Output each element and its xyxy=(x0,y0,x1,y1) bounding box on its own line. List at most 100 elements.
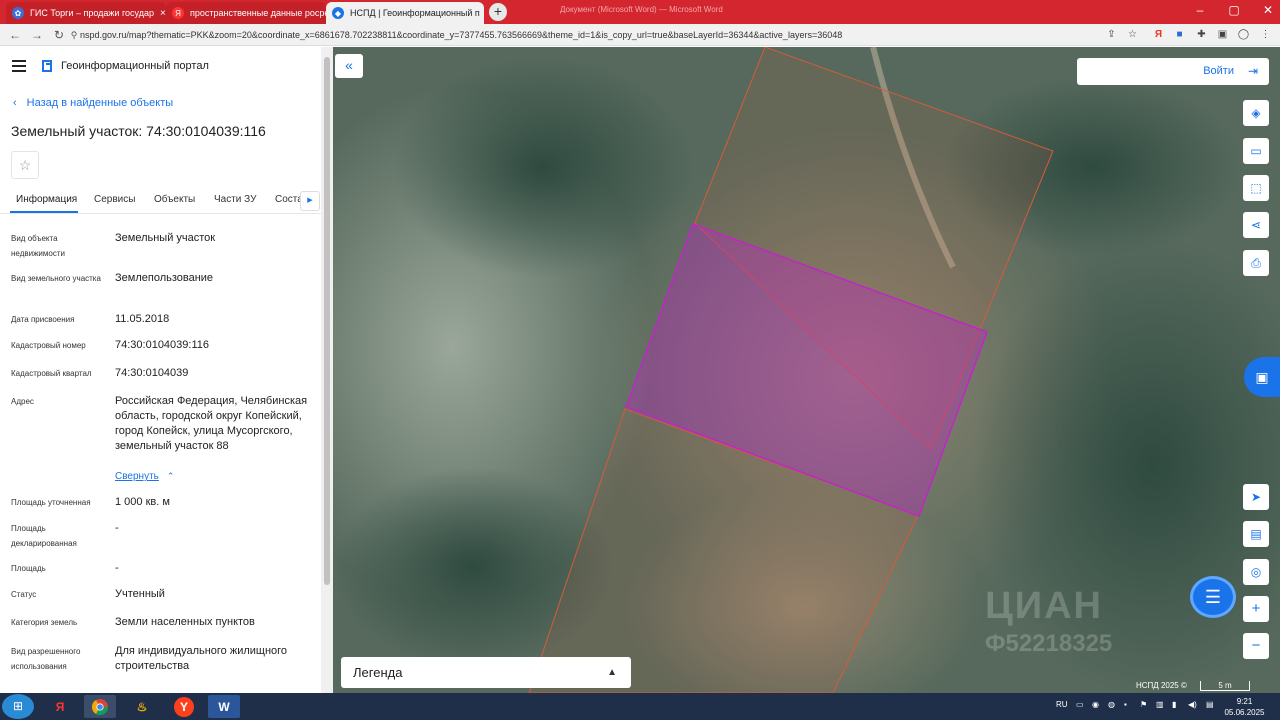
yandex-taskbar-icon[interactable]: Я xyxy=(44,695,76,718)
login-label: Войти xyxy=(1203,65,1234,77)
tray-icon[interactable]: ▭ xyxy=(1076,700,1084,709)
share-icon[interactable]: ⇪ xyxy=(1105,28,1118,41)
forward-arrow-icon[interactable]: → xyxy=(29,27,45,43)
favorite-star-icon[interactable]: ☆ xyxy=(11,151,39,179)
close-icon[interactable]: × xyxy=(480,8,484,19)
minimap-icon[interactable]: ▤ xyxy=(1243,521,1269,547)
address-value: Российская Федерация, Челябинская област… xyxy=(115,395,308,452)
field-value: 1 000 кв. м xyxy=(115,496,170,508)
field-label: Кадастровый квартал xyxy=(11,369,92,378)
reload-icon[interactable]: ↻ xyxy=(51,27,67,43)
scrollbar-thumb[interactable] xyxy=(324,57,330,585)
browser-tabbar: ✿ ГИС Торги – продажи государ × Я простр… xyxy=(0,0,1280,24)
volume-icon[interactable]: ◀) xyxy=(1188,700,1197,709)
chevron-left-icon: ‹ xyxy=(13,97,17,109)
tabs-divider xyxy=(0,213,321,214)
field-value: Земельный участок xyxy=(115,232,216,244)
back-to-results-link[interactable]: ‹ Назад в найденные объекты xyxy=(13,97,173,109)
url-field[interactable]: nspd.gov.ru/map?thematic=PKK&zoom=20&coo… xyxy=(80,27,1100,43)
tray-icon[interactable]: ◉ xyxy=(1092,700,1099,709)
map-view[interactable] xyxy=(333,47,1280,693)
legend-dropdown[interactable]: Легенда ▲ xyxy=(341,657,631,688)
tabs-scroll-right-icon[interactable]: ▶ xyxy=(300,191,320,211)
field-value: - xyxy=(115,562,119,574)
tab-services[interactable]: Сервисы xyxy=(94,194,135,205)
field-label: Дата присвоения xyxy=(11,315,75,324)
satellite-map[interactable] xyxy=(333,47,1280,693)
geolocation-icon[interactable]: ➤ xyxy=(1243,484,1269,510)
select-area-icon[interactable]: ⬚ xyxy=(1243,175,1269,201)
tray-icon[interactable]: ◍ xyxy=(1108,700,1115,709)
watermark: ЦИАН xyxy=(985,585,1103,627)
info-tabs: Информация Сервисы Объекты Части ЗУ Сост… xyxy=(0,187,321,213)
taskbar-clock[interactable]: 9:21 05.06.2025 xyxy=(1222,696,1267,718)
portal-logo-icon xyxy=(42,60,52,72)
puzzle-icon[interactable]: ✚ xyxy=(1195,28,1208,41)
info-panel: Геоинформационный портал ‹ Назад в найден… xyxy=(0,47,333,693)
java-taskbar-icon[interactable]: ♨ xyxy=(126,695,158,718)
zoom-out-button[interactable]: − xyxy=(1243,633,1269,659)
panel-header: Геоинформационный портал xyxy=(0,47,321,87)
tab-composition[interactable]: Соста xyxy=(275,194,303,205)
zoom-in-button[interactable]: + xyxy=(1243,596,1269,622)
tab-parts[interactable]: Части ЗУ xyxy=(214,194,256,205)
bookmark-star-icon[interactable]: ☆ xyxy=(1126,28,1139,41)
chevron-up-icon: ⌃ xyxy=(166,471,175,481)
login-icon: ⇥ xyxy=(1248,64,1259,78)
new-tab-button[interactable]: + xyxy=(489,3,507,21)
tab-title: ГИС Торги – продажи государ xyxy=(30,8,155,18)
window-close-icon[interactable]: ✕ xyxy=(1248,0,1280,24)
browser-tab-nspd[interactable]: ◆ НСПД | Геоинформационный п × xyxy=(326,2,484,24)
browser-tab-gis-torgi[interactable]: ✿ ГИС Торги – продажи государ × xyxy=(6,2,166,24)
field-label: Адрес xyxy=(11,397,34,406)
locate-point-icon[interactable]: ◎ xyxy=(1243,559,1269,585)
tray-icon[interactable]: ▪ xyxy=(1124,700,1127,709)
layers-icon[interactable]: ◈ xyxy=(1243,100,1269,126)
start-button-icon[interactable]: ⊞ xyxy=(2,694,34,719)
collapse-panel-button[interactable]: « xyxy=(335,54,363,78)
login-button[interactable]: Войти xyxy=(1077,58,1269,85)
portal-title: Геоинформационный портал xyxy=(61,60,209,72)
map-scale: 5 m xyxy=(1200,681,1250,691)
menu-dots-icon[interactable]: ⋮ xyxy=(1259,28,1272,41)
help-chat-icon[interactable]: ☰ xyxy=(1190,576,1236,618)
field-value: Учтенный xyxy=(115,588,165,600)
sidebar-icon[interactable]: ▣ xyxy=(1216,28,1229,41)
tab-objects[interactable]: Объекты xyxy=(154,194,195,205)
network-icon[interactable]: ▥ xyxy=(1156,700,1164,709)
field-label: Вид разрешенного использования xyxy=(11,647,81,671)
hamburger-menu-icon[interactable] xyxy=(12,60,26,72)
tab-title: НСПД | Геоинформационный п xyxy=(350,8,480,18)
panel-scrollbar[interactable] xyxy=(321,47,333,693)
notification-icon[interactable]: ▤ xyxy=(1206,700,1214,709)
yandex-extension-icon[interactable]: Я xyxy=(1152,28,1165,41)
field-value: Земли населенных пунктов xyxy=(115,616,255,628)
field-value: Землепользование xyxy=(115,272,214,284)
chrome-taskbar-icon[interactable] xyxy=(84,695,116,718)
battery-icon[interactable]: ▮ xyxy=(1172,700,1176,709)
ruler-icon[interactable]: ▭ xyxy=(1243,138,1269,164)
object-title: Земельный участок: 74:30:0104039:116 xyxy=(11,123,266,139)
tray-icon[interactable]: ⚑ xyxy=(1140,700,1147,709)
field-label: Вид объекта недвижимости xyxy=(11,234,65,258)
chat-bubble-icon[interactable]: ▣ xyxy=(1244,357,1280,397)
close-icon[interactable]: × xyxy=(154,8,166,19)
legend-label: Легенда xyxy=(353,665,403,680)
address-bar: ← → ↻ ⚲ nspd.gov.ru/map?thematic=PKK&zoo… xyxy=(0,24,1280,46)
extension-icon[interactable]: ■ xyxy=(1173,28,1186,41)
collapse-link[interactable]: Свернуть ⌃ xyxy=(115,469,310,484)
field-value: - xyxy=(115,522,119,534)
profile-icon[interactable]: ◯ xyxy=(1237,28,1250,41)
browser-tab-rosreestr[interactable]: Я пространственные данные росре × xyxy=(166,2,326,24)
tab-information[interactable]: Информация xyxy=(16,194,77,205)
nspd-favicon-icon: ◆ xyxy=(332,7,344,19)
language-indicator[interactable]: RU xyxy=(1056,700,1068,709)
word-taskbar-icon[interactable]: W xyxy=(208,695,240,718)
print-icon[interactable]: ⎙ xyxy=(1243,250,1269,276)
yandex-browser-taskbar-icon[interactable]: Y xyxy=(168,695,200,718)
share-map-icon[interactable]: ⋖ xyxy=(1243,212,1269,238)
updown-chevron-icon: ▲ xyxy=(607,667,617,678)
windows-taskbar: ⊞ Я ♨ Y W RU ▭ ◉ ◍ ▪ ⚑ ▥ ▮ ◀) ▤ 9:21 05.… xyxy=(0,693,1280,720)
tab-title: пространственные данные росре xyxy=(190,8,326,18)
back-arrow-icon[interactable]: ← xyxy=(7,27,23,43)
